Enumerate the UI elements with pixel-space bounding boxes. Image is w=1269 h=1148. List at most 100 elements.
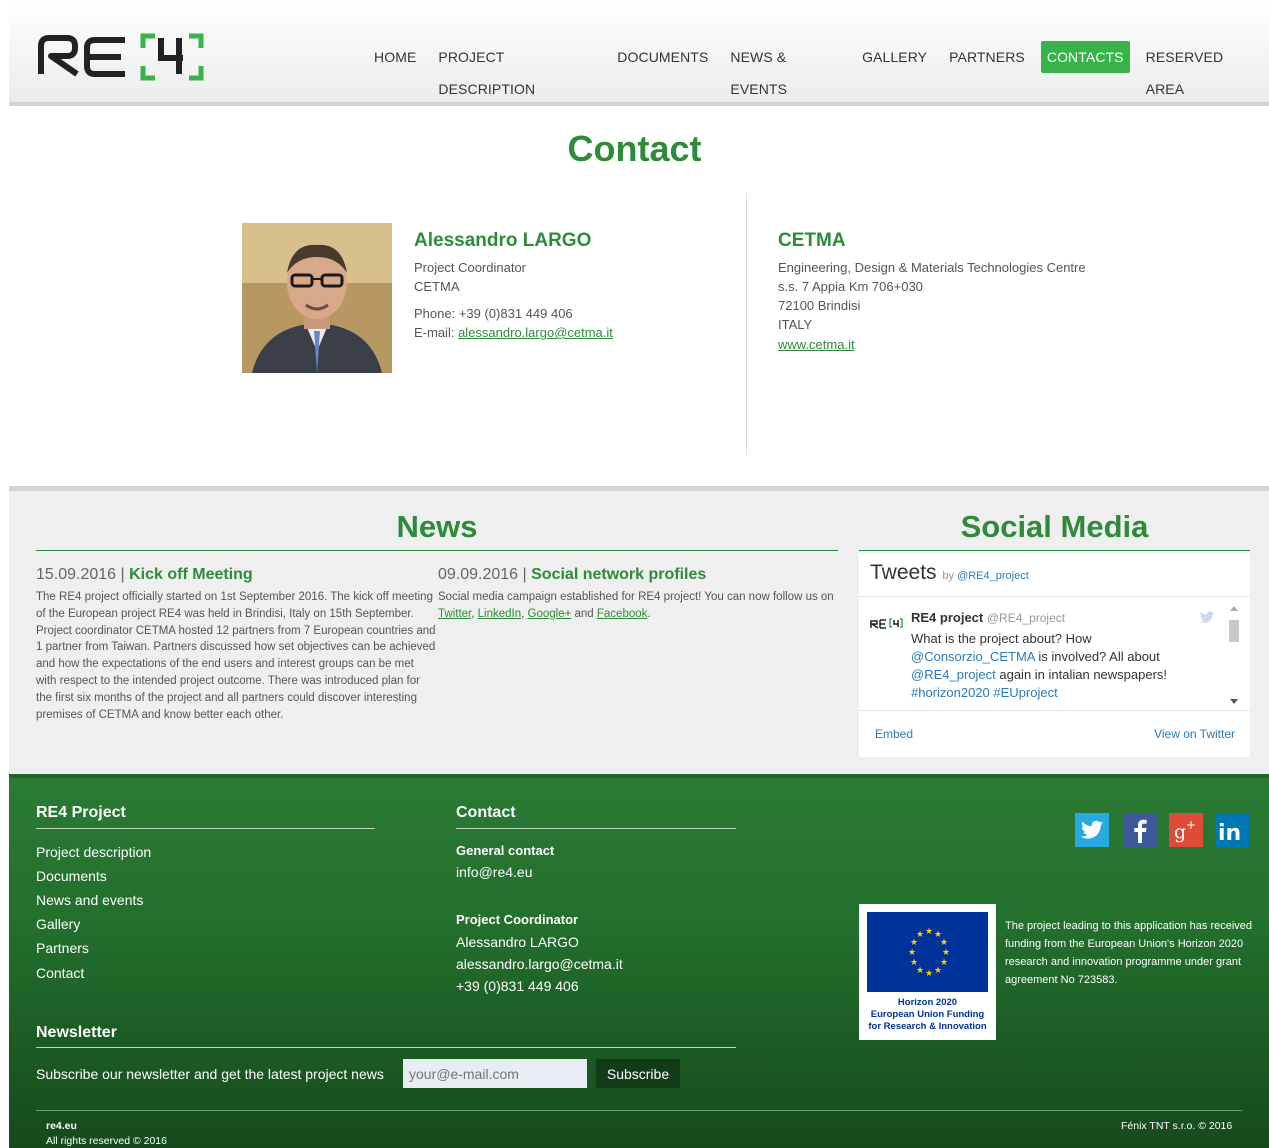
copyright: All rights reserved © 2016 [46, 1135, 167, 1147]
coordinator-phone: Phone: +39 (0)831 449 406 [414, 306, 573, 321]
embed-link[interactable]: Embed [875, 727, 913, 741]
tweet-hashtags[interactable]: #horizon2020 #EUproject [911, 685, 1058, 700]
svg-text:★: ★ [925, 969, 933, 979]
newsletter-title: Newsletter [36, 1024, 117, 1041]
nav-reserved-area[interactable]: RESERVED AREA [1140, 41, 1264, 97]
news-body: Social media campaign established for RE… [438, 589, 836, 623]
tweet-avatar-logo[interactable] [870, 617, 904, 629]
tweets-heading: Tweets by @RE4_project [870, 561, 1029, 585]
nav-gallery[interactable]: GALLERY [856, 41, 933, 73]
tweet-text-part: What is the project about? How [911, 631, 1092, 646]
svg-text:★: ★ [934, 966, 942, 976]
linkedin-icon[interactable]: in [1215, 813, 1249, 847]
social-media-title: Social Media [960, 509, 1149, 544]
subscribe-button[interactable]: Subscribe [596, 1059, 680, 1088]
footer-link-contact[interactable]: Contact [36, 965, 84, 981]
eu-caption-line: Horizon 2020 [897, 997, 958, 1008]
re4-logo[interactable] [37, 24, 232, 82]
news-item-heading[interactable]: 09.09.2016 | Social network profiles [438, 566, 706, 584]
news-title: News [396, 509, 478, 544]
news-headline[interactable]: Kick off Meeting [129, 566, 253, 583]
google-plus-icon[interactable]: g + [1169, 813, 1203, 847]
tweet-scrollbar[interactable] [1227, 603, 1241, 707]
company-line: 72100 Brindisi [778, 298, 861, 313]
divider [36, 1110, 1242, 1111]
contact-divider [746, 193, 747, 455]
footer-link-news-events[interactable]: News and events [36, 892, 143, 908]
facebook-link[interactable]: Facebook [597, 608, 648, 620]
tweet-author[interactable]: RE4 project @RE4_project [911, 610, 1065, 625]
nav-news-events[interactable]: NEWS & EVENTS [724, 41, 846, 97]
twitter-bird-icon[interactable] [1199, 611, 1215, 624]
twitter-icon[interactable] [1075, 813, 1109, 847]
news-body-text: Social media campaign established for RE… [438, 591, 834, 603]
footer-coordinator-email[interactable]: alessandro.largo@cetma.it [456, 956, 623, 972]
svg-text:★: ★ [940, 938, 948, 948]
footer-link-gallery[interactable]: Gallery [36, 916, 80, 932]
svg-text:★: ★ [916, 930, 924, 940]
svg-text:in: in [1218, 821, 1241, 846]
facebook-icon[interactable] [1123, 813, 1157, 847]
svg-text:★: ★ [910, 958, 918, 968]
coordinator-role: Project Coordinator [414, 260, 526, 275]
nav-home[interactable]: HOME [368, 41, 422, 73]
general-contact-email[interactable]: info@re4.eu [456, 864, 532, 880]
eu-caption: Horizon 2020 European Union Funding for … [861, 997, 994, 1033]
coordinator-email-row: E-mail: alessandro.largo@cetma.it [414, 325, 613, 340]
svg-text:+: + [1186, 818, 1196, 832]
tweet-mention-link[interactable]: @Consorzio_CETMA [911, 649, 1035, 664]
coordinator-org: CETMA [414, 279, 460, 294]
google-plus-link[interactable]: Google+ [528, 608, 572, 620]
company-line: Engineering, Design & Materials Technolo… [778, 260, 1086, 275]
footer-link-partners[interactable]: Partners [36, 940, 89, 956]
eu-flag-icon: ★ ★ ★ ★ ★ ★ ★ ★ ★ ★ ★ ★ [867, 912, 988, 992]
svg-text:★: ★ [908, 948, 916, 958]
nav-documents[interactable]: DOCUMENTS [611, 41, 714, 73]
site-name[interactable]: re4.eu [46, 1120, 77, 1132]
company-website-row: www.cetma.it [778, 337, 855, 352]
page-title: Contact [567, 128, 702, 169]
main-nav: HOME PROJECT DESCRIPTION DOCUMENTS NEWS … [363, 41, 1269, 97]
footer-coordinator-name: Alessandro LARGO [456, 934, 579, 950]
news-headline[interactable]: Social network profiles [531, 566, 706, 583]
news-divider [36, 550, 838, 551]
coordinator-label: Project Coordinator [456, 912, 579, 927]
coordinator-email-link[interactable]: alessandro.largo@cetma.it [458, 325, 613, 340]
developer-credit[interactable]: Fénix TNT s.r.o. © 2016 [1121, 1120, 1232, 1132]
tweet-author-handle[interactable]: @RE4_project [987, 611, 1065, 625]
view-on-twitter-link[interactable]: View on Twitter [1154, 727, 1235, 741]
site-header: HOME PROJECT DESCRIPTION DOCUMENTS NEWS … [9, 0, 1269, 106]
tweets-by: by @RE4_project [942, 570, 1028, 582]
tweets-account-link[interactable]: @RE4_project [957, 570, 1029, 582]
footer-contact-title: Contact [456, 804, 516, 821]
divider [456, 828, 736, 829]
footer-link-documents[interactable]: Documents [36, 868, 107, 884]
divider [859, 710, 1250, 711]
tweets-label: Tweets [870, 561, 937, 584]
eu-caption-line: European Union Funding [870, 1009, 985, 1020]
newsletter-text: Subscribe our newsletter and get the lat… [36, 1066, 384, 1082]
news-item-heading[interactable]: 15.09.2016 | Kick off Meeting [36, 566, 253, 584]
linkedin-link[interactable]: LinkedIn [478, 608, 521, 620]
eu-funding-text: The project leading to this application … [1005, 920, 1253, 986]
news-body: The RE4 project officially started on 1s… [36, 591, 436, 721]
eu-caption-line: for Research & Innovation [868, 1021, 987, 1032]
tweet-text: What is the project about? How @Consorzi… [911, 630, 1211, 702]
tweet-text-part: is involved? All about [1034, 649, 1160, 664]
tweet-author-name[interactable]: RE4 project [911, 610, 983, 625]
nav-partners[interactable]: PARTNERS [943, 41, 1031, 73]
company-website-link[interactable]: www.cetma.it [778, 337, 855, 352]
tweet-mention-link[interactable]: @RE4_project [911, 667, 996, 682]
newsletter-email-input[interactable] [403, 1059, 587, 1088]
svg-text:★: ★ [925, 927, 933, 937]
footer-link-project-description[interactable]: Project description [36, 844, 151, 860]
nav-project-description[interactable]: PROJECT DESCRIPTION [432, 41, 601, 97]
news-date: 15.09.2016 [36, 566, 117, 583]
twitter-link[interactable]: Twitter [438, 608, 471, 620]
news-date: 09.09.2016 [438, 566, 519, 583]
coordinator-photo [242, 223, 392, 373]
twitter-widget: Tweets by @RE4_project RE4 project @RE4_… [859, 553, 1250, 757]
nav-contacts[interactable]: CONTACTS [1040, 41, 1130, 73]
coordinator-name: Alessandro LARGO [414, 230, 592, 251]
svg-text:g: g [1174, 821, 1186, 843]
